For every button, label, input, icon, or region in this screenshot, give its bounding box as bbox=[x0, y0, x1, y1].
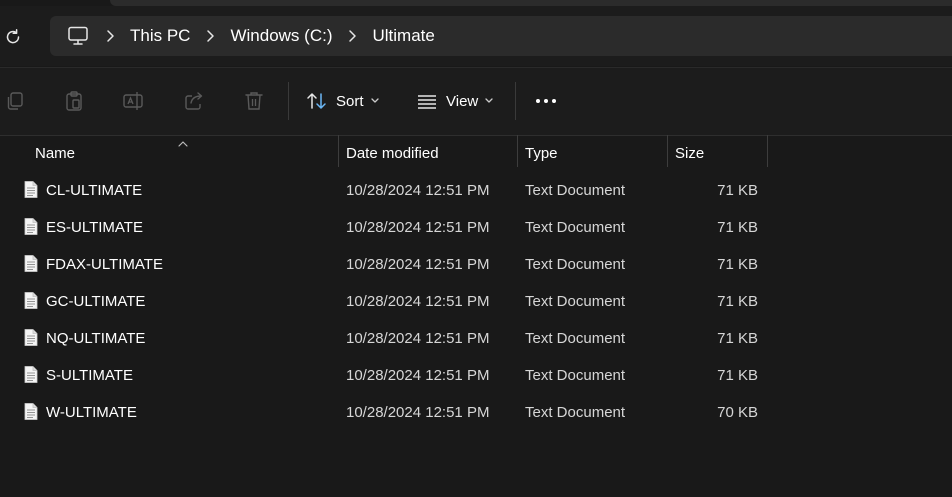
file-name: GC-ULTIMATE bbox=[46, 293, 146, 310]
paste-icon[interactable] bbox=[61, 88, 87, 114]
sort-icon bbox=[307, 93, 326, 109]
file-type: Text Document bbox=[525, 367, 626, 384]
view-button[interactable]: View bbox=[416, 88, 494, 114]
file-row[interactable]: S-ULTIMATE 10/28/2024 12:51 PM Text Docu… bbox=[0, 357, 952, 394]
file-name: CL-ULTIMATE bbox=[46, 182, 143, 199]
copy-icon[interactable] bbox=[2, 88, 28, 114]
file-size: 70 KB bbox=[717, 404, 758, 421]
file-type: Text Document bbox=[525, 219, 626, 236]
sort-ascending-icon bbox=[177, 135, 189, 153]
file-date-modified: 10/28/2024 12:51 PM bbox=[346, 330, 490, 347]
toolbar-divider bbox=[288, 82, 289, 120]
file-name: S-ULTIMATE bbox=[46, 367, 133, 384]
share-icon[interactable] bbox=[181, 88, 207, 114]
address-bar[interactable]: This PC Windows (C:) Ultimate bbox=[50, 16, 952, 56]
text-document-icon bbox=[24, 403, 38, 420]
file-name: FDAX-ULTIMATE bbox=[46, 256, 163, 273]
computer-icon[interactable] bbox=[66, 24, 90, 48]
text-document-icon bbox=[24, 329, 38, 346]
column-name[interactable]: Name bbox=[35, 137, 75, 169]
chevron-right-icon[interactable] bbox=[338, 29, 366, 43]
text-document-icon bbox=[24, 292, 38, 309]
file-size: 71 KB bbox=[717, 219, 758, 236]
rename-icon[interactable] bbox=[121, 88, 147, 114]
file-date-modified: 10/28/2024 12:51 PM bbox=[346, 367, 490, 384]
refresh-icon[interactable] bbox=[2, 26, 24, 48]
file-size: 71 KB bbox=[717, 256, 758, 273]
file-row[interactable]: NQ-ULTIMATE 10/28/2024 12:51 PM Text Doc… bbox=[0, 320, 952, 357]
file-size: 71 KB bbox=[717, 330, 758, 347]
text-document-icon bbox=[24, 218, 38, 235]
file-type: Text Document bbox=[525, 330, 626, 347]
breadcrumb-this-pc[interactable]: This PC bbox=[130, 26, 190, 46]
file-date-modified: 10/28/2024 12:51 PM bbox=[346, 256, 490, 273]
file-date-modified: 10/28/2024 12:51 PM bbox=[346, 404, 490, 421]
column-divider[interactable] bbox=[338, 135, 339, 167]
column-divider[interactable] bbox=[767, 135, 768, 167]
more-icon[interactable] bbox=[533, 88, 559, 114]
view-label: View bbox=[446, 92, 479, 110]
view-icon bbox=[418, 95, 436, 109]
chevron-right-icon[interactable] bbox=[96, 29, 124, 43]
text-document-icon bbox=[24, 255, 38, 272]
file-list: CL-ULTIMATE 10/28/2024 12:51 PM Text Doc… bbox=[0, 172, 952, 431]
file-row[interactable]: FDAX-ULTIMATE 10/28/2024 12:51 PM Text D… bbox=[0, 246, 952, 283]
column-divider[interactable] bbox=[517, 135, 518, 167]
file-row[interactable]: ES-ULTIMATE 10/28/2024 12:51 PM Text Doc… bbox=[0, 209, 952, 246]
command-bar: Sort View bbox=[0, 67, 952, 136]
file-explorer-window: This PC Windows (C:) Ultimate Sort View … bbox=[0, 0, 952, 497]
file-type: Text Document bbox=[525, 404, 626, 421]
chevron-down-icon bbox=[370, 98, 379, 103]
breadcrumb-windows-c[interactable]: Windows (C:) bbox=[230, 26, 332, 46]
file-size: 71 KB bbox=[717, 293, 758, 310]
file-date-modified: 10/28/2024 12:51 PM bbox=[346, 293, 490, 310]
chevron-down-icon bbox=[485, 98, 493, 103]
chevron-right-icon[interactable] bbox=[196, 29, 224, 43]
file-type: Text Document bbox=[525, 256, 626, 273]
text-document-icon bbox=[24, 181, 38, 198]
file-size: 71 KB bbox=[717, 367, 758, 384]
column-header: Name Date modified Type Size bbox=[0, 135, 952, 169]
delete-icon[interactable] bbox=[241, 88, 267, 114]
file-date-modified: 10/28/2024 12:51 PM bbox=[346, 219, 490, 236]
file-type: Text Document bbox=[525, 182, 626, 199]
file-date-modified: 10/28/2024 12:51 PM bbox=[346, 182, 490, 199]
file-row[interactable]: GC-ULTIMATE 10/28/2024 12:51 PM Text Doc… bbox=[0, 283, 952, 320]
column-size[interactable]: Size bbox=[675, 137, 704, 169]
file-name: W-ULTIMATE bbox=[46, 404, 137, 421]
address-row: This PC Windows (C:) Ultimate bbox=[0, 6, 952, 66]
file-size: 71 KB bbox=[717, 182, 758, 199]
file-name: NQ-ULTIMATE bbox=[46, 330, 146, 347]
file-name: ES-ULTIMATE bbox=[46, 219, 143, 236]
file-row[interactable]: CL-ULTIMATE 10/28/2024 12:51 PM Text Doc… bbox=[0, 172, 952, 209]
sort-label: Sort bbox=[336, 92, 364, 110]
column-date-modified[interactable]: Date modified bbox=[346, 137, 439, 169]
file-row[interactable]: W-ULTIMATE 10/28/2024 12:51 PM Text Docu… bbox=[0, 394, 952, 431]
file-type: Text Document bbox=[525, 293, 626, 310]
sort-button[interactable]: Sort bbox=[306, 88, 380, 114]
column-divider[interactable] bbox=[667, 135, 668, 167]
breadcrumb-ultimate[interactable]: Ultimate bbox=[372, 26, 434, 46]
text-document-icon bbox=[24, 366, 38, 383]
column-type[interactable]: Type bbox=[525, 137, 558, 169]
toolbar-divider bbox=[515, 82, 516, 120]
